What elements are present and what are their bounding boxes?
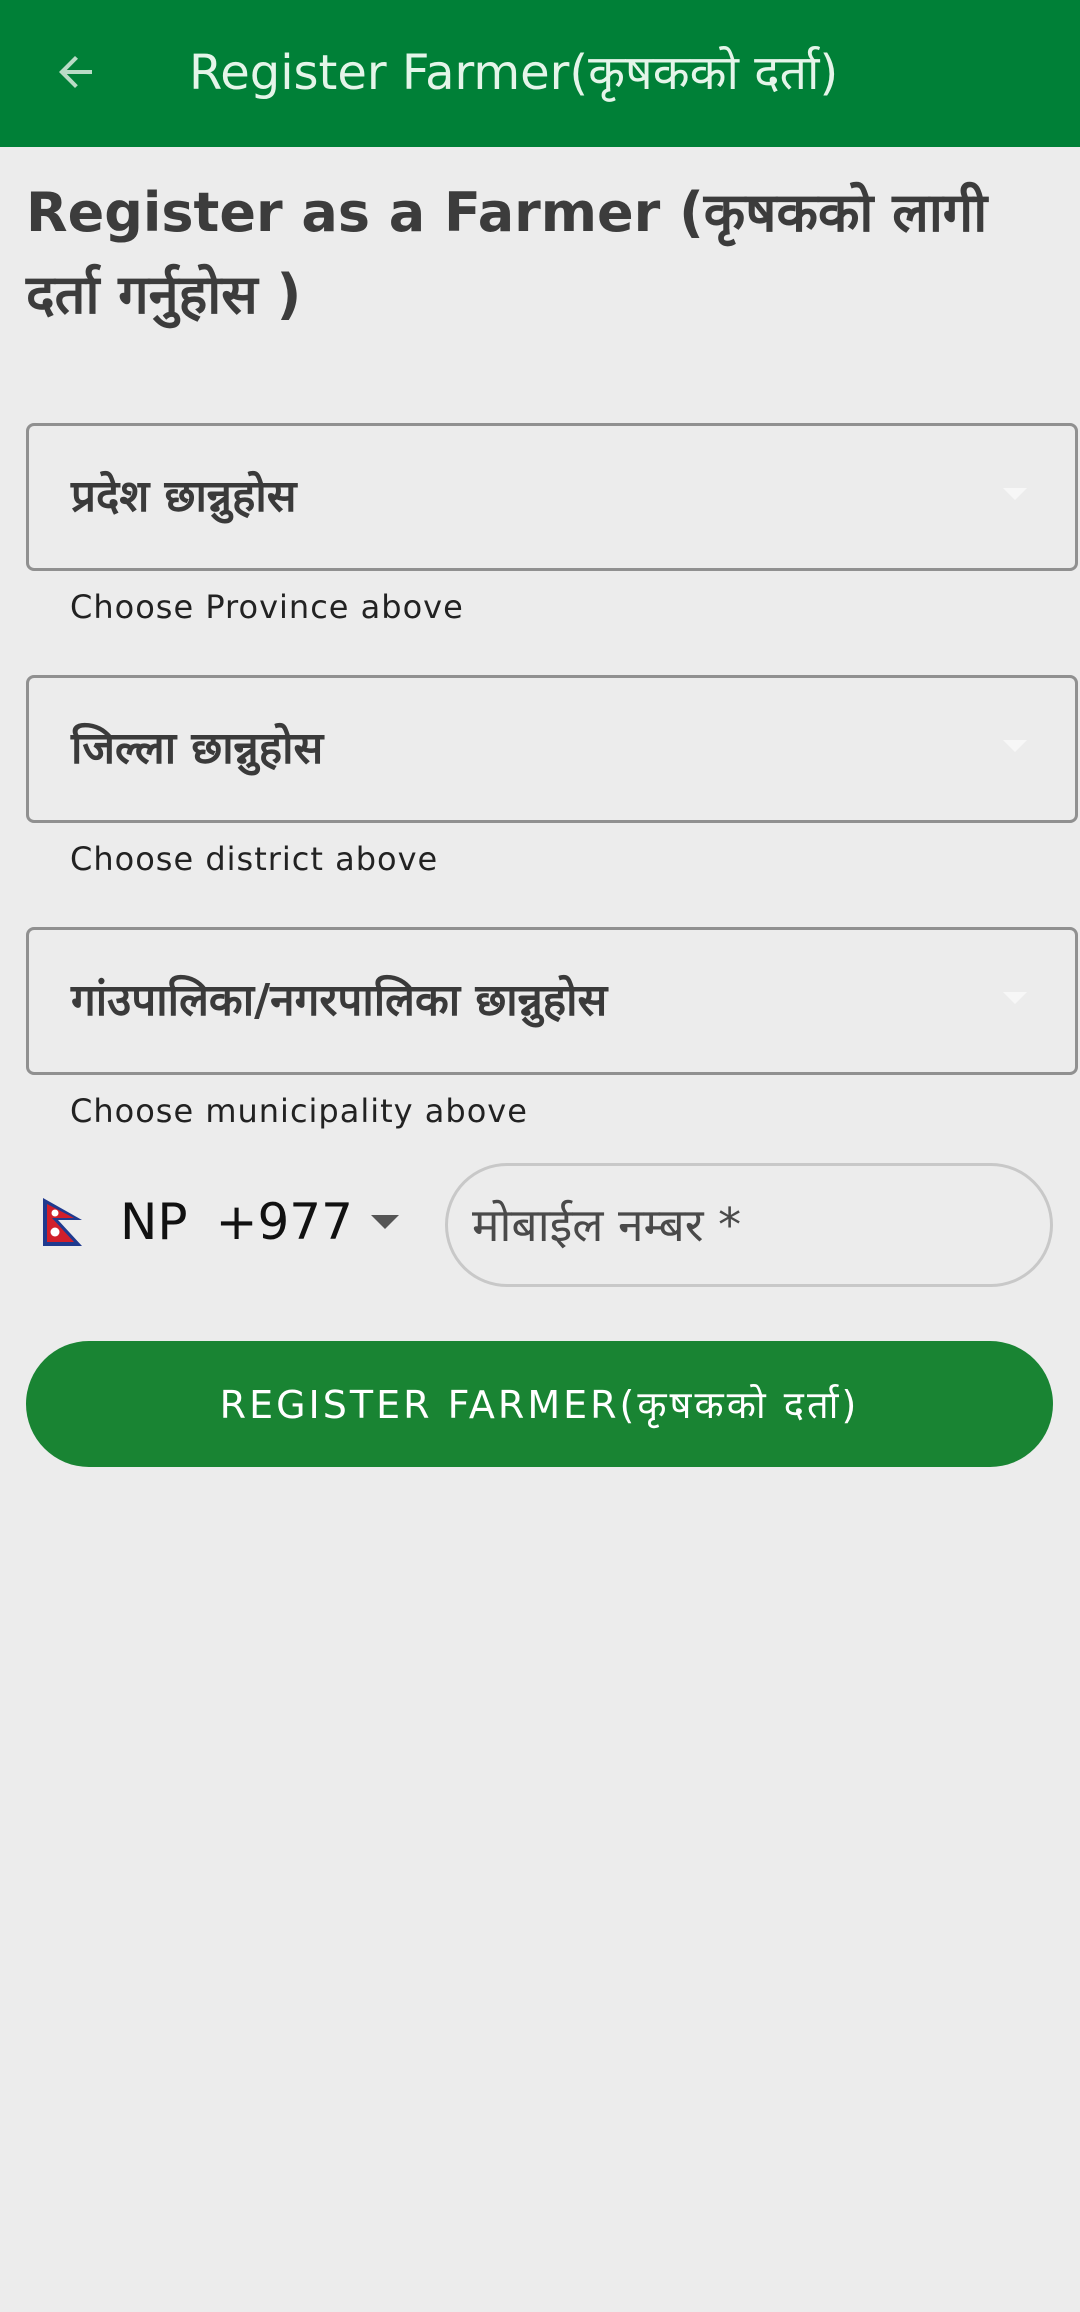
province-helper-text: Choose Province above: [70, 588, 464, 626]
district-dropdown[interactable]: जिल्ला छान्नुहोस: [26, 675, 1078, 823]
back-button[interactable]: [40, 36, 112, 108]
country-iso: NP: [120, 1193, 188, 1251]
province-dropdown[interactable]: प्रदेश छान्नुहोस: [26, 423, 1078, 571]
page-heading: Register as a Farmer (कृषकको लागी दर्ता …: [26, 181, 988, 326]
country-code: NP +977: [120, 1193, 353, 1251]
arrow-back-icon: [59, 56, 92, 88]
district-dropdown-label: जिल्ला छान्नुहोस: [71, 723, 324, 774]
dial-code: +977: [215, 1193, 353, 1251]
nepal-flag-icon: [43, 1198, 82, 1246]
register-farmer-button[interactable]: REGISTER FARMER(कृषकको दर्ता): [26, 1341, 1053, 1467]
district-helper-text: Choose district above: [70, 840, 439, 878]
dropdown-arrow-icon: [1003, 740, 1027, 752]
municipality-dropdown-label: गांउपालिका/नगरपालिका छान्नुहोस: [71, 975, 608, 1026]
province-dropdown-label: प्रदेश छान्नुहोस: [71, 471, 297, 522]
country-code-picker[interactable]: NP +977: [40, 1180, 400, 1264]
mobile-number-input[interactable]: [445, 1163, 1053, 1287]
app-bar: Register Farmer(कृषकको दर्ता): [0, 0, 1080, 147]
dropdown-arrow-icon: [1003, 992, 1027, 1004]
caret-down-icon: [370, 1215, 399, 1229]
municipality-helper-text: Choose municipality above: [70, 1092, 528, 1130]
app-bar-title: Register Farmer(कृषकको दर्ता): [189, 45, 839, 101]
dropdown-arrow-icon: [1003, 488, 1027, 500]
municipality-dropdown[interactable]: गांउपालिका/नगरपालिका छान्नुहोस: [26, 927, 1078, 1075]
